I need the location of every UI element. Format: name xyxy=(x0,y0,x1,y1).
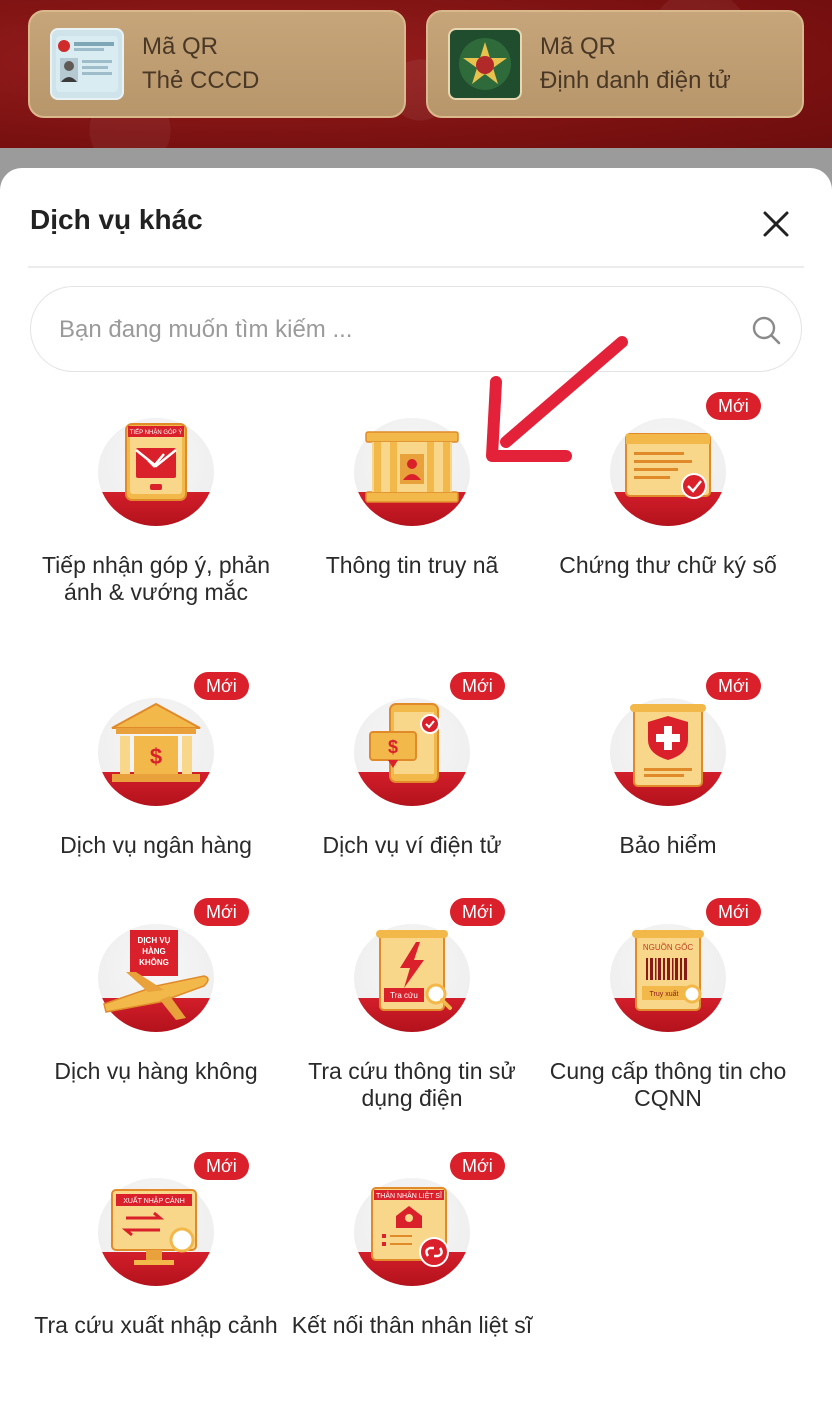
service-label: Bảo hiểm xyxy=(619,832,717,858)
divider xyxy=(28,266,804,268)
close-icon xyxy=(763,211,789,237)
qr-vneid-line1: Mã QR xyxy=(540,33,617,60)
close-button[interactable] xyxy=(756,204,796,244)
svg-text:$: $ xyxy=(150,744,162,769)
vneid-emblem-icon xyxy=(448,28,522,100)
feedback-envelope-icon: TIẾP NHẬN GÓP Ý xyxy=(96,418,216,528)
qr-cccd-text: Mã QR Thẻ CCCD xyxy=(142,30,259,98)
id-card-icon xyxy=(50,28,124,100)
qr-vneid-line2: Định danh điện tử xyxy=(540,67,731,94)
service-label: Tra cứu xuất nhập cảnh xyxy=(34,1312,278,1338)
service-martyr-family[interactable]: Mới THÂN NHÂN LIỆT SĨ Kết nối thân nhân … xyxy=(284,1152,540,1339)
service-e-wallet[interactable]: Mới $ Dịch vụ ví điện tử xyxy=(284,672,540,859)
sheet-title: Dịch vụ khác xyxy=(30,204,203,235)
airplane-icon: DỊCH VỤ HÀNG KHÔNG xyxy=(96,924,216,1034)
electricity-art-text: Tra cứu xyxy=(390,991,418,1000)
airplane-art-text-2: HÀNG xyxy=(142,947,166,956)
wanted-jail-icon xyxy=(352,418,472,528)
martyr-family-link-icon: THÂN NHÂN LIỆT SĨ xyxy=(352,1178,472,1288)
service-cqnn-info[interactable]: Mới NGUỒN GỐC Truy xuất Cung cấp thông t xyxy=(540,898,796,1112)
service-insurance[interactable]: Mới Bảo hiểm xyxy=(540,672,796,859)
service-immigration[interactable]: Mới XUẤT NHẬP CẢNH Tra cứu xuất nhập cản… xyxy=(28,1152,284,1339)
annotation-arrow-icon xyxy=(486,336,628,462)
airplane-art-text-1: DỊCH VỤ xyxy=(138,936,171,945)
new-badge: Mới xyxy=(194,1152,249,1180)
svg-text:$: $ xyxy=(388,737,398,757)
service-electricity[interactable]: Mới Tra cứu Tra cứu thông tin sử dụng đi… xyxy=(284,898,540,1112)
service-label: Tra cứu thông tin sử dụng điện xyxy=(308,1058,516,1111)
search-icon[interactable] xyxy=(751,315,781,345)
insurance-shield-icon xyxy=(608,698,728,808)
airplane-art-text-3: KHÔNG xyxy=(139,958,169,967)
qr-vneid-text: Mã QR Định danh điện tử xyxy=(540,30,731,98)
other-services-sheet: Dịch vụ khác TIẾP NHẬN GÓP Ý xyxy=(0,168,832,1424)
new-badge: Mới xyxy=(450,1152,505,1180)
service-label: Dịch vụ ngân hàng xyxy=(60,832,252,858)
bank-icon: $ xyxy=(96,698,216,808)
service-label: Cung cấp thông tin cho CQNN xyxy=(549,1058,787,1111)
header-backdrop: Mã QR Thẻ CCCD Mã QR Định danh điện tử xyxy=(0,0,832,150)
service-label: Thông tin truy nã xyxy=(325,552,499,578)
service-label: Dịch vụ hàng không xyxy=(54,1058,258,1084)
qr-cccd-line2: Thẻ CCCD xyxy=(142,67,260,94)
new-badge: Mới xyxy=(450,672,505,700)
barcode-origin-icon: NGUỒN GỐC Truy xuất xyxy=(608,924,728,1034)
origin-art-text-2: Truy xuất xyxy=(650,989,679,998)
new-badge: Mới xyxy=(194,898,249,926)
new-badge: Mới xyxy=(706,672,761,700)
new-badge: Mới xyxy=(194,672,249,700)
service-label: Tiếp nhận góp ý, phản ánh & vướng mắc xyxy=(41,552,271,605)
martyr-art-text: THÂN NHÂN LIỆT SĨ xyxy=(376,1191,443,1200)
qr-cccd-card[interactable]: Mã QR Thẻ CCCD xyxy=(28,10,406,118)
service-aviation[interactable]: Mới DỊCH VỤ HÀNG KHÔNG Dịch vụ hàng khôn… xyxy=(28,898,284,1085)
qr-cccd-line1: Mã QR xyxy=(142,33,219,60)
service-banking[interactable]: Mới $ Dịch vụ ngân hàng xyxy=(28,672,284,859)
service-label: Kết nối thân nhân liệt sĩ xyxy=(291,1312,533,1338)
e-wallet-icon: $ xyxy=(352,698,472,808)
feedback-art-text: TIẾP NHẬN GÓP Ý xyxy=(130,429,182,436)
origin-art-text: NGUỒN GỐC xyxy=(643,942,693,952)
immigration-monitor-icon: XUẤT NHẬP CẢNH xyxy=(96,1178,216,1288)
service-feedback[interactable]: TIẾP NHẬN GÓP Ý Tiếp nhận góp ý, phản án… xyxy=(28,418,284,606)
new-badge: Mới xyxy=(706,392,761,420)
service-label: Chứng thư chữ ký số xyxy=(559,552,777,578)
new-badge: Mới xyxy=(450,898,505,926)
electricity-bolt-icon: Tra cứu xyxy=(352,924,472,1034)
service-label: Dịch vụ ví điện tử xyxy=(322,832,502,858)
new-badge: Mới xyxy=(706,898,761,926)
qr-vneid-card[interactable]: Mã QR Định danh điện tử xyxy=(426,10,804,118)
search-box xyxy=(30,286,802,373)
